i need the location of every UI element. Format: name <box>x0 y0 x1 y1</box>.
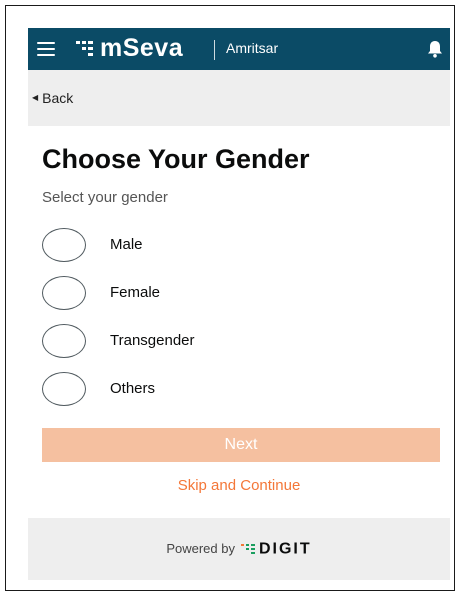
digit-brand: DIGIT <box>258 540 312 558</box>
back-bar: ◀ Back <box>28 70 450 126</box>
radio-button[interactable] <box>42 372 86 406</box>
back-button[interactable]: ◀ Back <box>32 89 73 108</box>
option-label: Female <box>110 284 161 301</box>
page-title: Choose Your Gender <box>42 144 310 174</box>
radio-button[interactable] <box>42 276 86 310</box>
gender-option-transgender[interactable]: Transgender <box>42 324 422 360</box>
option-label: Transgender <box>110 332 195 349</box>
brand-divider <box>214 40 215 60</box>
page-subtitle: Select your gender <box>42 189 168 206</box>
mseva-logo-icon <box>76 41 93 56</box>
option-label: Male <box>110 236 143 253</box>
powered-by-line: Powered by DIGIT <box>28 540 450 559</box>
screenshot-frame: mSeva Amritsar ◀ Back Choose Your Gender … <box>5 5 455 591</box>
back-label: Back <box>42 90 74 106</box>
radio-button[interactable] <box>42 228 86 262</box>
chevron-left-icon: ◀ <box>32 93 39 103</box>
app-screen: mSeva Amritsar ◀ Back Choose Your Gender … <box>28 28 450 580</box>
skip-and-continue-link[interactable]: Skip and Continue <box>28 477 450 495</box>
powered-by-label: Powered by <box>166 541 235 556</box>
gender-option-male[interactable]: Male <box>42 228 422 264</box>
radio-button[interactable] <box>42 324 86 358</box>
gender-option-others[interactable]: Others <box>42 372 422 408</box>
brand-name: mSeva <box>100 34 184 62</box>
next-button[interactable]: Next <box>42 428 440 462</box>
digit-logo-icon <box>240 543 255 554</box>
hamburger-menu-icon[interactable] <box>37 42 55 56</box>
option-label: Others <box>110 380 156 397</box>
city-name[interactable]: Amritsar <box>226 39 278 57</box>
gender-option-female[interactable]: Female <box>42 276 422 312</box>
footer: Powered by DIGIT <box>28 518 450 580</box>
notification-bell-icon[interactable] <box>426 39 444 59</box>
top-bar: mSeva Amritsar <box>28 28 450 70</box>
